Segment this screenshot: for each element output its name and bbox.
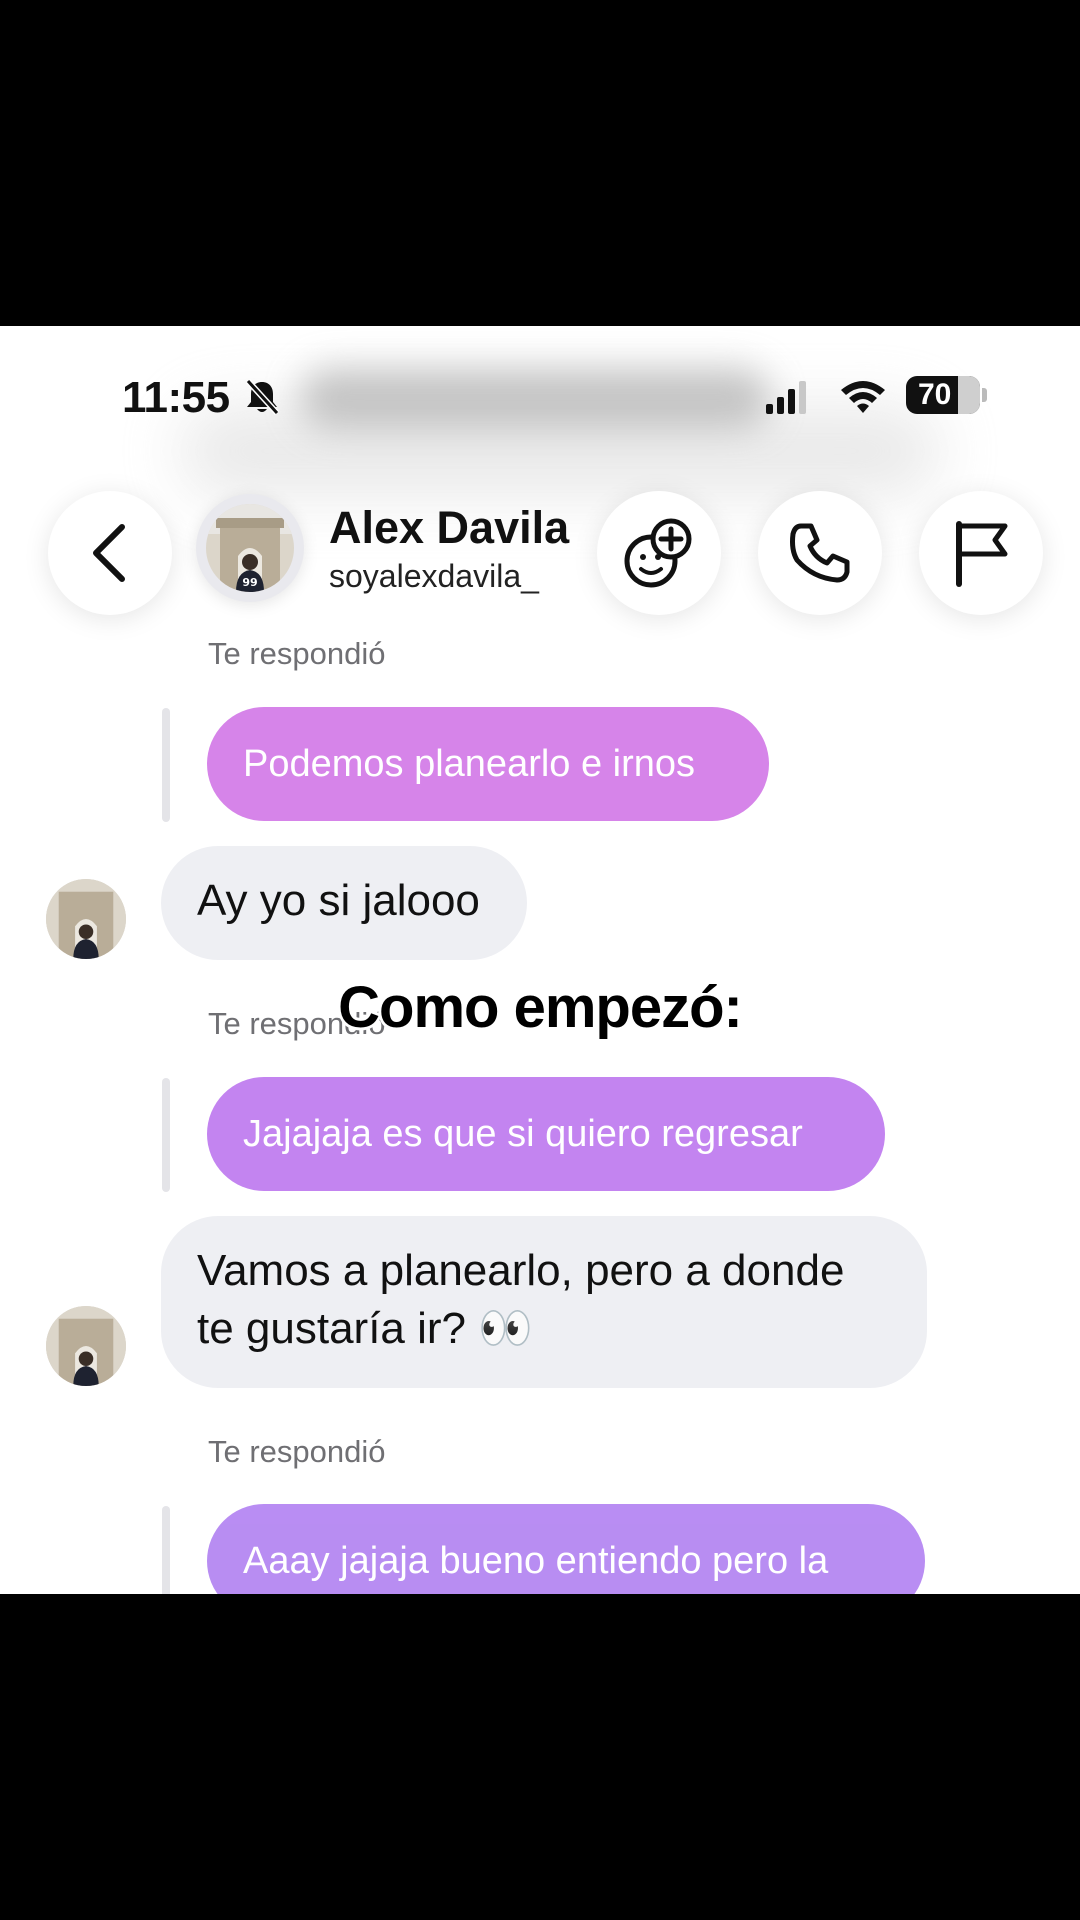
svg-text:99: 99 xyxy=(242,576,257,589)
reply-indicator xyxy=(162,708,170,822)
sent-message[interactable]: Aaay jajaja bueno entiendo pero la xyxy=(207,1504,925,1594)
avatar[interactable]: 99 xyxy=(196,494,304,602)
effects-icon xyxy=(624,518,692,588)
blurred-status xyxy=(300,368,770,428)
flag-icon xyxy=(956,521,1008,587)
message-text: Aaay jajaja bueno entiendo pero la xyxy=(243,1539,829,1582)
bell-slash-icon xyxy=(245,378,280,416)
back-button[interactable] xyxy=(48,491,172,615)
message-line: Vamos a planearlo, pero a donde xyxy=(197,1246,845,1295)
reply-indicator xyxy=(162,1506,170,1594)
contact-name: Alex Davila xyxy=(329,502,570,553)
phone-icon xyxy=(790,523,850,583)
sent-message[interactable]: Podemos planearlo e irnos xyxy=(207,707,769,821)
sender-avatar[interactable] xyxy=(46,1306,126,1386)
wifi-icon xyxy=(841,381,885,413)
contact-handle: soyalexdavila_ xyxy=(329,558,539,594)
battery-indicator: 70 xyxy=(906,376,980,414)
battery-level: 70 xyxy=(918,378,952,411)
message-line: te gustaría ir? 👀 xyxy=(197,1304,534,1353)
message-text: Jajajaja es que si quiero regresar xyxy=(243,1112,803,1155)
video-caption: Como empezó: xyxy=(338,975,743,1040)
reply-indicator xyxy=(162,1078,170,1192)
report-button[interactable] xyxy=(919,491,1043,615)
contact-header[interactable]: 99 Alex Davila soyalexdavila_ xyxy=(196,494,576,612)
received-message[interactable]: Ay yo si jalooo xyxy=(161,846,527,960)
received-message[interactable]: Vamos a planearlo, pero a donde te gusta… xyxy=(161,1216,927,1388)
message-text: Podemos planearlo e irnos xyxy=(243,742,696,785)
sent-message[interactable]: Jajajaja es que si quiero regresar xyxy=(207,1077,885,1191)
message-text: Ay yo si jalooo xyxy=(197,876,480,925)
reply-label: Te respondió xyxy=(208,1434,386,1469)
avatar-photo: 99 xyxy=(206,504,294,592)
reply-label: Te respondió xyxy=(208,636,386,671)
effects-button[interactable] xyxy=(597,491,721,615)
sender-avatar[interactable] xyxy=(46,879,126,959)
status-time: 11:55 xyxy=(122,373,230,422)
signal-icon xyxy=(766,381,806,414)
call-button[interactable] xyxy=(758,491,882,615)
chat-screen: 11:55 70 99 Alex Davila soyalexdavila_ T… xyxy=(0,326,1080,1594)
back-arrow-icon xyxy=(93,524,125,582)
battery-nub xyxy=(982,388,987,402)
